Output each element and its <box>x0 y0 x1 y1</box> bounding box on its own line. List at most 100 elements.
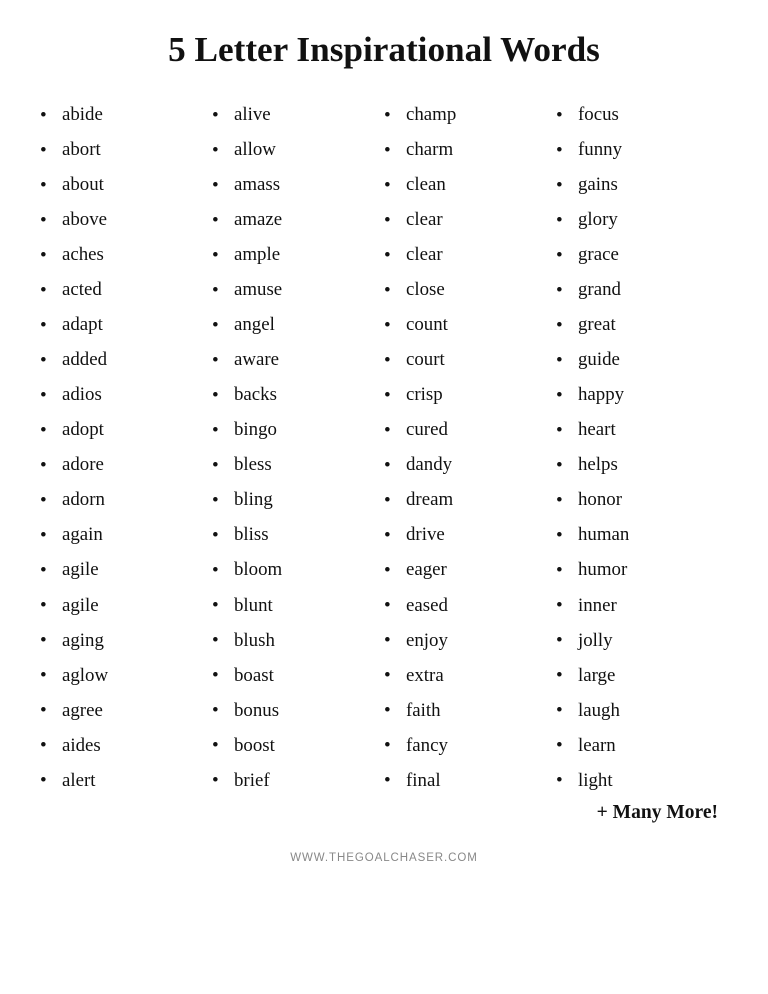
word-text: jolly <box>578 625 613 657</box>
bullet-icon: • <box>556 204 574 237</box>
word-text: funny <box>578 134 622 166</box>
word-text: bonus <box>234 695 279 727</box>
bullet-icon: • <box>212 624 230 657</box>
list-item: •aware <box>212 343 384 378</box>
word-text: aides <box>62 730 101 762</box>
list-item: •count <box>384 308 556 343</box>
word-text: glory <box>578 204 618 236</box>
bullet-icon: • <box>212 99 230 132</box>
bullet-icon: • <box>556 694 574 727</box>
list-item: •humor <box>556 553 728 588</box>
list-item: •blush <box>212 623 384 658</box>
bullet-icon: • <box>40 659 58 692</box>
list-item: •cured <box>384 413 556 448</box>
word-text: alert <box>62 765 96 797</box>
bullet-icon: • <box>384 134 402 167</box>
word-text: boast <box>234 660 274 692</box>
list-item: •aches <box>40 238 212 273</box>
list-item: •honor <box>556 483 728 518</box>
word-text: focus <box>578 99 619 131</box>
word-text: faith <box>406 695 441 727</box>
list-item: •acted <box>40 273 212 308</box>
list-item: •aglow <box>40 658 212 693</box>
bullet-icon: • <box>384 449 402 482</box>
list-item: •glory <box>556 203 728 238</box>
list-item: •focus <box>556 98 728 133</box>
word-text: enjoy <box>406 625 448 657</box>
list-item: •final <box>384 763 556 798</box>
list-item: •faith <box>384 693 556 728</box>
word-text: champ <box>406 99 456 131</box>
bullet-icon: • <box>384 589 402 622</box>
list-item: •agile <box>40 588 212 623</box>
list-item: •laugh <box>556 693 728 728</box>
word-text: about <box>62 169 104 201</box>
bullet-icon: • <box>384 729 402 762</box>
list-item: •aging <box>40 623 212 658</box>
word-text: acted <box>62 274 102 306</box>
bullet-icon: • <box>384 484 402 517</box>
bullet-icon: • <box>384 624 402 657</box>
word-text: clear <box>406 204 443 236</box>
list-item: •abort <box>40 133 212 168</box>
word-text: adapt <box>62 309 103 341</box>
list-item: •human <box>556 518 728 553</box>
word-text: close <box>406 274 445 306</box>
bullet-icon: • <box>384 554 402 587</box>
list-item: •jolly <box>556 623 728 658</box>
list-item: •about <box>40 168 212 203</box>
bullet-icon: • <box>40 274 58 307</box>
word-text: alive <box>234 99 271 131</box>
bullet-icon: • <box>556 99 574 132</box>
word-text: clean <box>406 169 446 201</box>
bullet-icon: • <box>556 169 574 202</box>
list-item: •heart <box>556 413 728 448</box>
list-item: •dandy <box>384 448 556 483</box>
word-text: amuse <box>234 274 282 306</box>
word-text: amaze <box>234 204 282 236</box>
list-item: •aides <box>40 728 212 763</box>
list-item: •again <box>40 518 212 553</box>
word-text: large <box>578 660 615 692</box>
list-item: •blunt <box>212 588 384 623</box>
list-item: •dream <box>384 483 556 518</box>
word-text: dandy <box>406 449 452 481</box>
bullet-icon: • <box>40 204 58 237</box>
word-text: great <box>578 309 616 341</box>
list-item: •gains <box>556 168 728 203</box>
word-text: eager <box>406 554 447 586</box>
bullet-icon: • <box>40 484 58 517</box>
word-text: court <box>406 344 445 376</box>
word-text: boost <box>234 730 275 762</box>
word-text: dream <box>406 484 453 516</box>
list-item: •large <box>556 658 728 693</box>
bullet-icon: • <box>556 554 574 587</box>
word-text: bloom <box>234 554 282 586</box>
bullet-icon: • <box>384 204 402 237</box>
bullet-icon: • <box>40 99 58 132</box>
word-text: gains <box>578 169 618 201</box>
word-text: abide <box>62 99 103 131</box>
footer-url: WWW.THEGOALCHASER.COM <box>290 852 478 864</box>
bullet-icon: • <box>40 379 58 412</box>
list-item: •agile <box>40 553 212 588</box>
word-text: humor <box>578 554 627 586</box>
bullet-icon: • <box>212 729 230 762</box>
list-item: •agree <box>40 693 212 728</box>
list-item: •grace <box>556 238 728 273</box>
bullet-icon: • <box>384 239 402 272</box>
more-text: + Many More! <box>40 802 728 824</box>
list-item: •enjoy <box>384 623 556 658</box>
list-item: •happy <box>556 378 728 413</box>
word-text: backs <box>234 379 277 411</box>
word-text: clear <box>406 239 443 271</box>
list-item: •light <box>556 763 728 798</box>
word-text: above <box>62 204 107 236</box>
bullet-icon: • <box>212 694 230 727</box>
word-text: adore <box>62 449 104 481</box>
word-text: brief <box>234 765 270 797</box>
bullet-icon: • <box>212 309 230 342</box>
bullet-icon: • <box>556 659 574 692</box>
bullet-icon: • <box>212 764 230 797</box>
bullet-icon: • <box>384 379 402 412</box>
